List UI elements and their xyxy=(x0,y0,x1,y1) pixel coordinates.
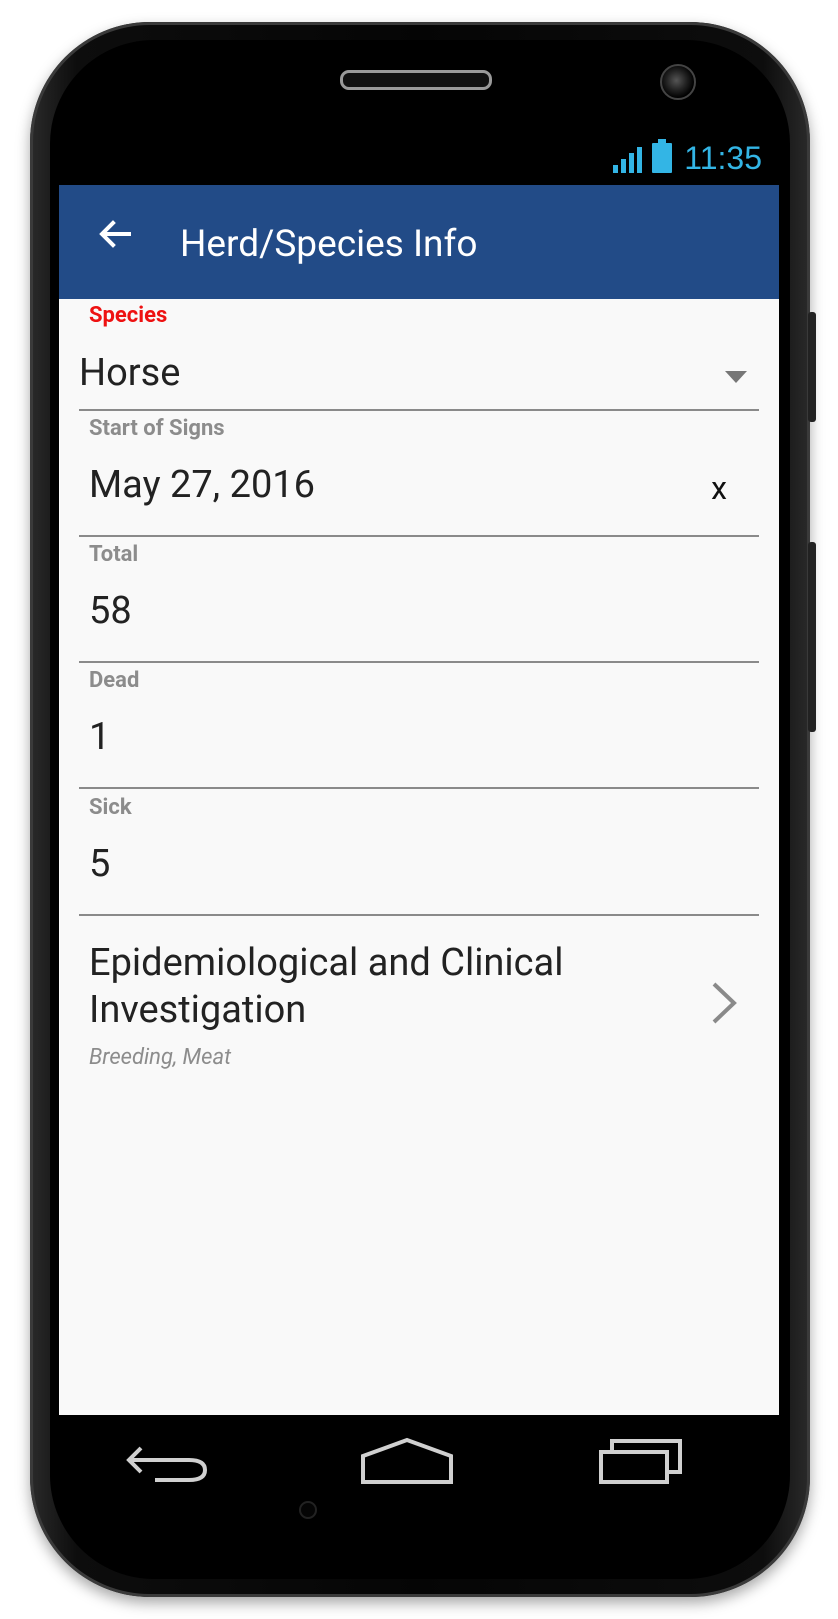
sick-label: Sick xyxy=(89,795,132,820)
total-value: 58 xyxy=(89,589,132,633)
volume-button xyxy=(808,312,816,422)
status-bar: 11:35 xyxy=(582,136,772,180)
total-label: Total xyxy=(89,542,139,567)
arrow-back-icon[interactable] xyxy=(93,213,137,257)
clear-date-button[interactable]: x xyxy=(711,469,727,507)
epidemiological-title: Epidemiological and Clinical Investigati… xyxy=(89,941,564,1032)
front-camera xyxy=(660,64,696,100)
dead-value: 1 xyxy=(89,715,111,759)
dead-field[interactable]: Dead 1 xyxy=(79,663,759,789)
chevron-right-icon xyxy=(712,982,737,1024)
species-select[interactable]: Species Horse xyxy=(79,299,759,411)
dropdown-arrow-icon[interactable] xyxy=(725,371,747,383)
power-button xyxy=(808,542,816,732)
recents-nav-icon[interactable] xyxy=(598,1436,684,1486)
signal-icon xyxy=(613,143,643,173)
species-value: Horse xyxy=(79,351,181,395)
species-label: Species xyxy=(89,303,168,328)
epidemiological-investigation-row[interactable]: Epidemiological and Clinical Investigati… xyxy=(79,940,759,1080)
dead-label: Dead xyxy=(89,668,140,693)
app-bar: Herd/Species Info xyxy=(59,185,779,299)
sick-value: 5 xyxy=(89,842,111,886)
total-field[interactable]: Total 58 xyxy=(79,537,759,663)
start-of-signs-value: May 27, 2016 xyxy=(89,463,316,507)
sick-field[interactable]: Sick 5 xyxy=(79,790,759,916)
page-title: Herd/Species Info xyxy=(180,223,478,266)
microphone-hole xyxy=(299,1501,317,1519)
app-screen: Herd/Species Info Species Horse Start of… xyxy=(59,185,779,1415)
epidemiological-subtitle: Breeding, Meat xyxy=(89,1045,232,1070)
start-of-signs-field[interactable]: Start of Signs May 27, 2016 x xyxy=(79,411,759,537)
battery-icon xyxy=(652,139,673,173)
status-time: 11:35 xyxy=(684,139,762,176)
start-of-signs-label: Start of Signs xyxy=(89,416,225,441)
home-nav-icon[interactable] xyxy=(360,1436,454,1486)
back-nav-icon[interactable] xyxy=(125,1440,213,1486)
earpiece-speaker xyxy=(340,70,492,90)
